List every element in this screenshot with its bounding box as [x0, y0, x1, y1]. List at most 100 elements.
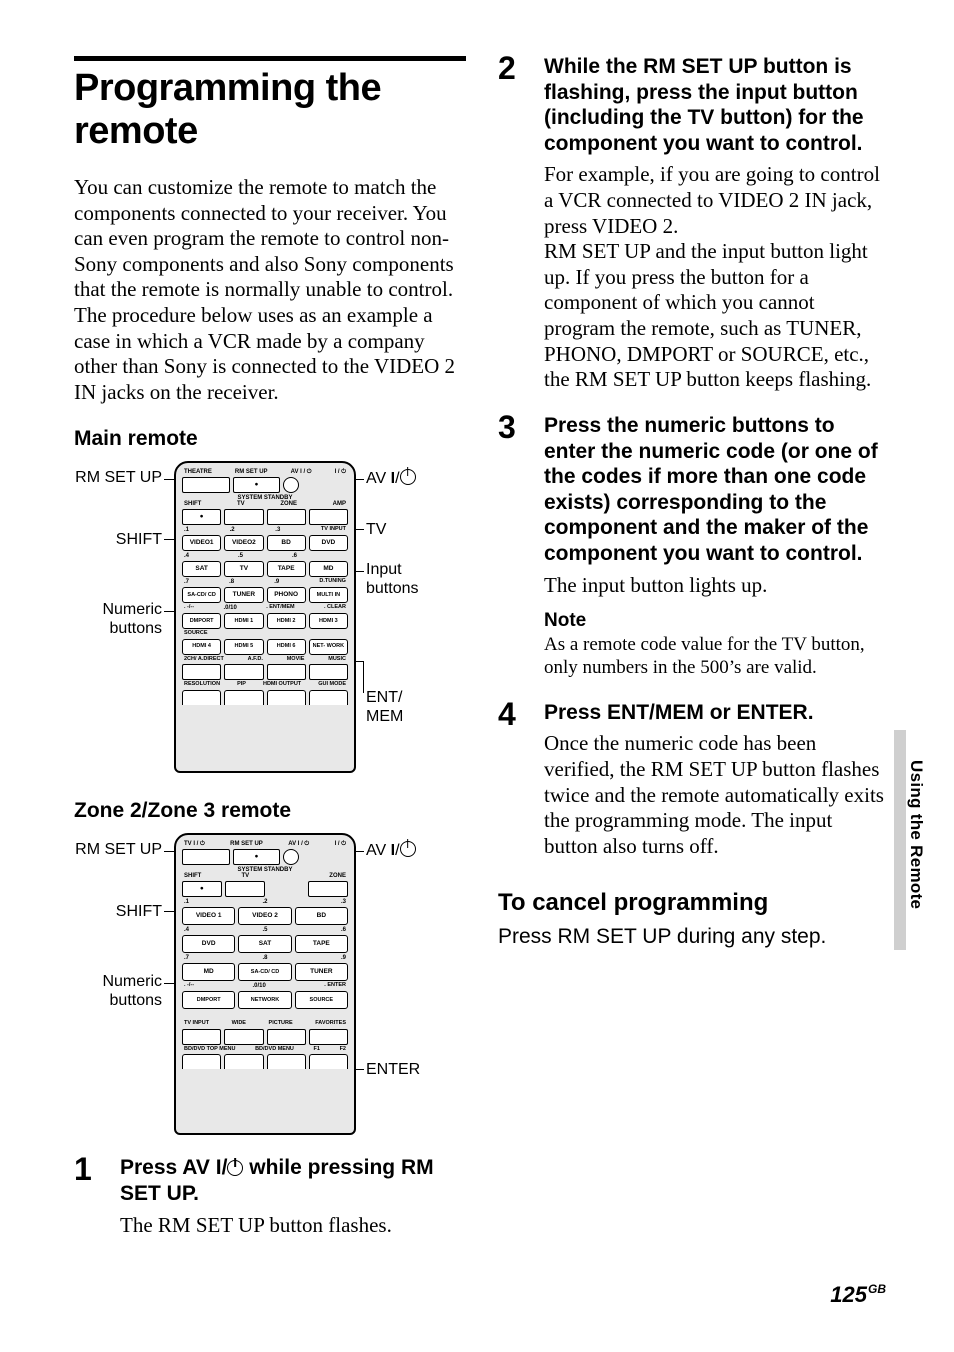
step-1-text: The RM SET UP button flashes.: [120, 1213, 466, 1239]
remote-button: NET- WORK: [309, 639, 348, 655]
remote-button: DMPORT: [182, 613, 221, 629]
remote-button: [267, 509, 306, 525]
remote-num: .5: [238, 553, 243, 559]
main-remote-heading: Main remote: [74, 427, 466, 451]
remote-lbl: 2CH/ A.DIRECT: [184, 657, 224, 663]
remote-num: .0/10: [253, 983, 266, 989]
label-av-power-2: AV I/: [366, 841, 416, 860]
remote-button: NETWORK: [238, 991, 291, 1009]
remote-lbl: BD/DVD MENU: [255, 1047, 294, 1053]
remote-lbl: PICTURE: [269, 1021, 293, 1027]
step-4-text: Once the numeric code has been verified,…: [544, 731, 890, 859]
step-3-heading: Press the numeric buttons to enter the n…: [544, 413, 890, 567]
remote-button: [224, 1054, 263, 1069]
remote-lbl: RM SET UP: [230, 841, 263, 847]
section-rule: [74, 56, 466, 61]
remote-button: [225, 881, 265, 897]
step-3-note-text: As a remote code value for the TV button…: [544, 634, 890, 680]
page-number-region: GB: [868, 1282, 886, 1296]
remote-button: SA-CD/ CD: [238, 963, 291, 981]
step-3-note-heading: Note: [544, 610, 890, 632]
remote-button: [267, 1029, 306, 1045]
step-4: 4 Press ENT/MEM or ENTER. Once the numer…: [498, 698, 890, 870]
remote-button: TUNER: [295, 963, 348, 981]
remote-button: [224, 1029, 263, 1045]
remote-button: [309, 1054, 348, 1069]
remote-button: HDMI 5: [224, 639, 263, 655]
remote-lbl: FAVORITES: [315, 1021, 346, 1027]
side-tab: [894, 730, 906, 950]
remote-button: VIDEO1: [182, 535, 221, 551]
step-3: 3 Press the numeric buttons to enter the…: [498, 411, 890, 690]
remote-button: [267, 1054, 306, 1069]
remote-num: .1: [184, 899, 189, 905]
label-rm-set-up-2: RM SET UP: [74, 841, 162, 859]
remote-lbl: ZONE: [280, 501, 297, 507]
remote-num: .8: [229, 579, 234, 585]
remote-lbl: PIP: [237, 682, 246, 688]
remote-lbl: MOVIE: [287, 657, 305, 663]
remote-button: [309, 664, 348, 680]
remote-button: ●: [233, 849, 281, 865]
remote-lbl: ZONE: [329, 873, 346, 879]
remote-num: . -/--: [184, 983, 194, 989]
remote-num: .2: [262, 899, 267, 905]
step-1-heading: Press AV I/ while pressing RM SET UP.: [120, 1155, 466, 1206]
remote-button: DVD: [309, 535, 348, 551]
cancel-heading: To cancel programming: [498, 889, 890, 917]
label-shift: SHIFT: [74, 531, 162, 549]
step-number: 4: [498, 698, 544, 730]
remote-lbl: RESOLUTION: [184, 682, 220, 688]
av-text: AV: [366, 470, 391, 487]
label-av-power: AV I/: [366, 469, 416, 488]
remote-button: [182, 1054, 221, 1069]
left-column: Programming the remote You can customize…: [74, 46, 466, 1256]
remote-num: . CLEAR: [324, 605, 346, 611]
remote-lbl: SHIFT: [184, 501, 201, 507]
remote-lbl: AV: [291, 469, 299, 475]
remote-button: [182, 849, 230, 865]
remote-num: .3: [341, 899, 346, 905]
remote-button: VIDEO 2: [238, 907, 291, 925]
remote-num: .7: [184, 579, 189, 585]
remote-button: VIDEO2: [224, 535, 263, 551]
remote-button: HDMI 3: [309, 613, 348, 629]
label-numeric-buttons-2: Numeric buttons: [74, 973, 162, 1010]
label-rm-set-up: RM SET UP: [74, 469, 162, 487]
remote-button: HDMI 6: [267, 639, 306, 655]
label-shift-2: SHIFT: [74, 903, 162, 921]
remote-lbl: GUI MODE: [318, 682, 346, 688]
zone-remote-diagram: RM SET UP SHIFT Numeric buttons AV I/ EN…: [74, 833, 466, 1143]
remote-num: .0/10: [223, 605, 236, 611]
remote-num: .6: [292, 553, 297, 559]
remote-button: TAPE: [267, 561, 306, 577]
step-4-heading: Press ENT/MEM or ENTER.: [544, 700, 890, 726]
remote-button: HDMI 2: [267, 613, 306, 629]
right-column: 2 While the RM SET UP button is flashing…: [498, 46, 890, 1256]
remote-lbl: WIDE: [232, 1021, 246, 1027]
remote-num: .2: [230, 527, 235, 533]
remote-lbl: TV: [237, 501, 245, 507]
zone-remote-body: TV I / ⏻ RM SET UP AV I / ⏻ I / ⏻ ● SYST…: [174, 833, 356, 1135]
remote-num: .7: [184, 955, 189, 961]
remote-num: D.TUNING: [319, 579, 346, 585]
remote-button: SOURCE: [295, 991, 348, 1009]
remote-button: [309, 1029, 348, 1045]
remote-button: [182, 664, 221, 680]
zone-remote-heading: Zone 2/Zone 3 remote: [74, 799, 466, 823]
remote-lbl: SHIFT: [184, 873, 201, 879]
label-enter: ENTER: [366, 1061, 420, 1079]
main-remote-diagram: RM SET UP SHIFT Numeric buttons AV I/ TV…: [74, 461, 466, 781]
page: Programming the remote You can customize…: [0, 0, 954, 1352]
power-icon: [400, 841, 416, 857]
remote-num: .4: [184, 553, 189, 559]
av-slash: /: [395, 842, 399, 859]
remote-button: [224, 690, 263, 705]
remote-button: BD: [295, 907, 348, 925]
label-ent-mem: ENT/ MEM: [366, 689, 426, 726]
step-number: 1: [74, 1153, 120, 1185]
remote-lbl: /: [301, 841, 303, 847]
remote-lbl: SOURCE: [184, 631, 208, 637]
remote-lbl: A.F.D.: [248, 657, 263, 663]
step-2-heading: While the RM SET UP button is flashing, …: [544, 54, 890, 156]
